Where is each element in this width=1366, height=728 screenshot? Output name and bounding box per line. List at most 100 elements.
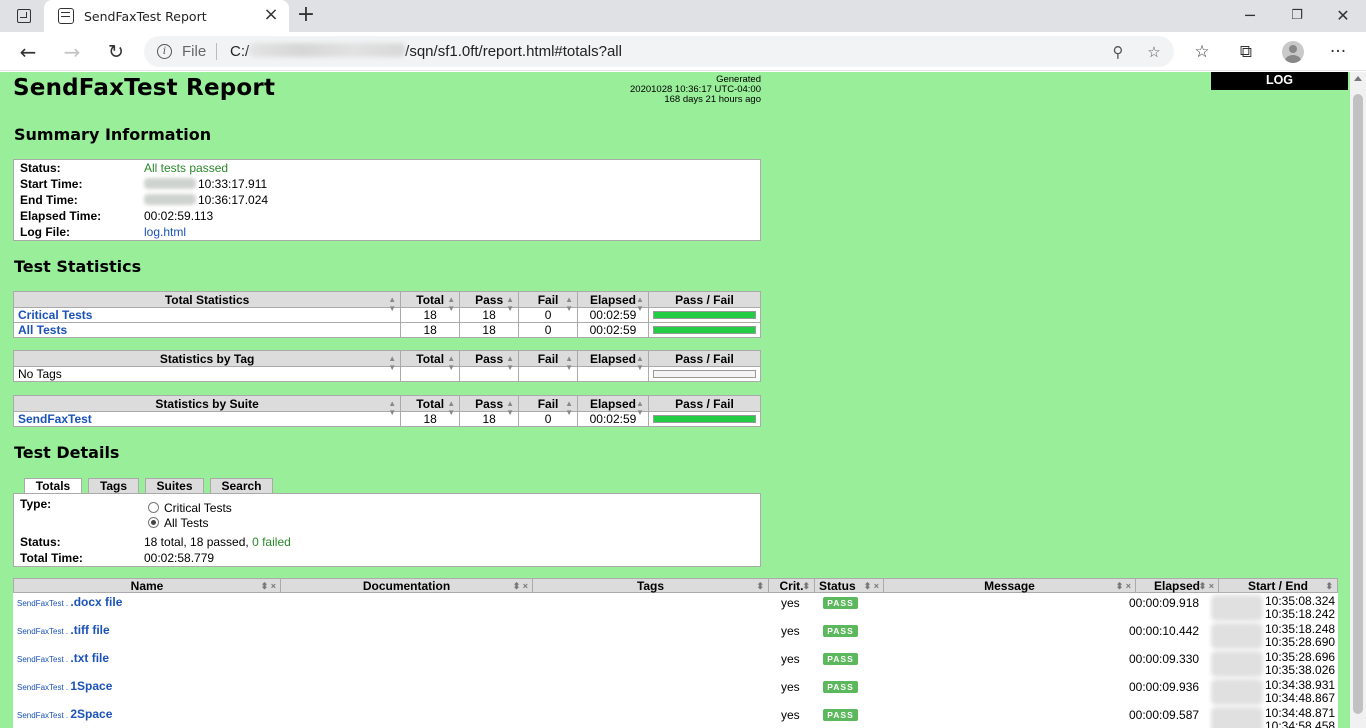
col-total[interactable]: Total ▲ ▼	[400, 350, 461, 372]
col-start-end[interactable]: Start / End ⬍	[1219, 579, 1337, 593]
test-name-link[interactable]: SendFaxTest . .txt file	[17, 651, 109, 665]
favorites-icon[interactable]: ☆	[1190, 40, 1214, 64]
back-icon[interactable]: ←	[16, 40, 40, 64]
table-row: SendFaxTest . 1Space yes PASS 00:00:09.9…	[13, 677, 1338, 705]
col-pass[interactable]: Pass ▲ ▼	[459, 350, 520, 372]
col-pass-fail: Pass / Fail	[647, 395, 762, 412]
log-button[interactable]: LOG	[1211, 72, 1348, 90]
col-total[interactable]: Total ▲ ▼	[400, 395, 461, 417]
elapsed-value: 00:00:09.330	[1129, 652, 1200, 666]
stat-total: 18	[400, 322, 461, 338]
critical-option[interactable]: Critical Tests	[148, 500, 232, 516]
browser-tab-strip: SendFaxTest Report × + ─ ❐ ✕	[0, 0, 1366, 32]
critical-radio[interactable]	[148, 502, 159, 513]
report-page: SendFaxTest Report Generated 20201028 10…	[0, 72, 1350, 728]
summary-end-value: 10:36:17.024	[198, 193, 269, 207]
crit-value: yes	[781, 708, 800, 722]
close-tab-icon[interactable]: ×	[262, 5, 280, 25]
col-total[interactable]: Total ▲ ▼	[400, 291, 461, 313]
scroll-up-icon[interactable]	[1354, 76, 1362, 81]
collections-icon[interactable]: ⧉	[1234, 40, 1258, 64]
tab-title: SendFaxTest Report	[84, 9, 207, 24]
col-name[interactable]: Name ⬍ ×	[14, 579, 281, 593]
scrollbar-thumb[interactable]	[1353, 94, 1363, 714]
col-elapsed[interactable]: Elapsed ⬍ ×	[1136, 579, 1219, 593]
summary-heading: Summary Information	[14, 125, 212, 144]
tab-tags[interactable]: Tags	[88, 478, 139, 493]
page-favicon-icon	[58, 8, 74, 24]
col-fail[interactable]: Fail ▲ ▼	[518, 350, 578, 372]
col-crit[interactable]: Crit. ⬍	[769, 579, 815, 593]
test-name-link[interactable]: SendFaxTest . .docx file	[17, 595, 122, 609]
suite-link[interactable]: SendFaxTest	[18, 412, 92, 426]
forward-icon[interactable]: →	[60, 40, 84, 64]
url-text[interactable]: C://sqn/sf1.0ft/report.html#totals?all	[230, 43, 622, 60]
crit-value: yes	[781, 680, 800, 694]
test-name-link[interactable]: SendFaxTest . 2Space	[17, 707, 112, 721]
log-file-link[interactable]: log.html	[144, 224, 186, 240]
new-tab-icon[interactable]: +	[294, 3, 318, 27]
redacted-path	[249, 43, 406, 57]
status-badge: PASS	[823, 597, 858, 609]
tab-totals[interactable]: Totals	[24, 478, 82, 494]
summary-status-value: All tests passed	[144, 161, 229, 175]
all-tests-link[interactable]: All Tests	[18, 323, 67, 337]
minimize-icon[interactable]: ─	[1240, 6, 1260, 26]
all-radio[interactable]	[148, 517, 159, 528]
type-label: Type:	[20, 497, 52, 511]
tag-statistics-header[interactable]: Statistics by Tag ▲ ▼	[12, 350, 402, 372]
browser-tab[interactable]: SendFaxTest Report ×	[44, 0, 289, 32]
status-badge: PASS	[823, 709, 858, 721]
details-table-header: Name ⬍ × Documentation ⬍ × Tags ⬍ Crit. ⬍ St…	[13, 578, 1338, 593]
summary-key: Log File:	[20, 225, 70, 239]
crit-value: yes	[781, 652, 800, 666]
col-status[interactable]: Status ⬍ ×	[815, 579, 884, 593]
col-fail[interactable]: Fail ▲ ▼	[518, 291, 578, 313]
info-icon[interactable]: i	[157, 44, 172, 59]
critical-tests-link[interactable]: Critical Tests	[18, 308, 92, 322]
col-pass[interactable]: Pass ▲ ▼	[459, 291, 520, 313]
restore-icon[interactable]: ❐	[1287, 6, 1307, 26]
zoom-icon[interactable]: ⚲	[1108, 42, 1128, 62]
page-scrollbar[interactable]	[1350, 72, 1366, 728]
col-elapsed[interactable]: Elapsed ▲ ▼	[577, 350, 649, 372]
profile-avatar[interactable]	[1282, 41, 1304, 63]
suite-statistics-header[interactable]: Statistics by Suite ▲ ▼	[12, 395, 402, 417]
start-end-value: 10:35:18.248 10:35:28.690	[1265, 622, 1336, 649]
col-tags[interactable]: Tags ⬍	[533, 579, 769, 593]
test-name-link[interactable]: SendFaxTest . 1Space	[17, 679, 112, 693]
details-heading: Test Details	[14, 443, 120, 462]
col-pass[interactable]: Pass ▲ ▼	[459, 395, 520, 417]
stat-row: SendFaxTest 18 18 0 00:02:59	[12, 411, 762, 427]
address-bar[interactable]: i File C://sqn/sf1.0ft/report.html#total…	[144, 36, 1174, 67]
col-message[interactable]: Message ⬍ ×	[884, 579, 1136, 593]
tab-suites[interactable]: Suites	[145, 478, 204, 493]
test-name-link[interactable]: SendFaxTest . .tiff file	[17, 623, 110, 637]
all-option-label: All Tests	[164, 516, 209, 530]
statistics-heading: Test Statistics	[14, 257, 142, 276]
total-statistics-header[interactable]: Total Statistics ▲ ▼	[12, 291, 402, 313]
close-window-icon[interactable]: ✕	[1333, 6, 1353, 26]
all-option[interactable]: All Tests	[148, 515, 208, 531]
col-fail[interactable]: Fail ▲ ▼	[518, 395, 579, 417]
refresh-icon[interactable]: ↻	[104, 40, 128, 64]
table-row: SendFaxTest . .docx file yes PASS 00:00:…	[13, 593, 1338, 621]
more-options-icon[interactable]: ···	[1326, 40, 1350, 64]
redacted-date	[1211, 651, 1263, 677]
stat-fail: 0	[518, 322, 578, 338]
col-documentation[interactable]: Documentation ⬍ ×	[281, 579, 533, 593]
summary-start-value: 10:33:17.911	[198, 177, 268, 191]
tab-actions-icon[interactable]	[17, 9, 31, 23]
col-elapsed[interactable]: Elapsed ▲ ▼	[577, 395, 649, 417]
add-favorite-icon[interactable]: ☆	[1144, 42, 1164, 62]
summary-box: Status: All tests passed Start Time: 10:…	[13, 159, 761, 241]
start-end-value: 10:35:08.324 10:35:18.242	[1265, 594, 1336, 621]
status-badge: PASS	[823, 653, 858, 665]
col-elapsed[interactable]: Elapsed ▲ ▼	[577, 291, 649, 313]
summary-key: Status:	[20, 161, 61, 175]
start-end-value: 10:34:38.931 10:34:48.867	[1265, 678, 1336, 705]
tab-search[interactable]: Search	[210, 478, 273, 493]
pass-fail-bar-empty	[652, 370, 756, 378]
critical-option-label: Critical Tests	[164, 501, 232, 515]
summary-key: Elapsed Time:	[20, 209, 102, 223]
